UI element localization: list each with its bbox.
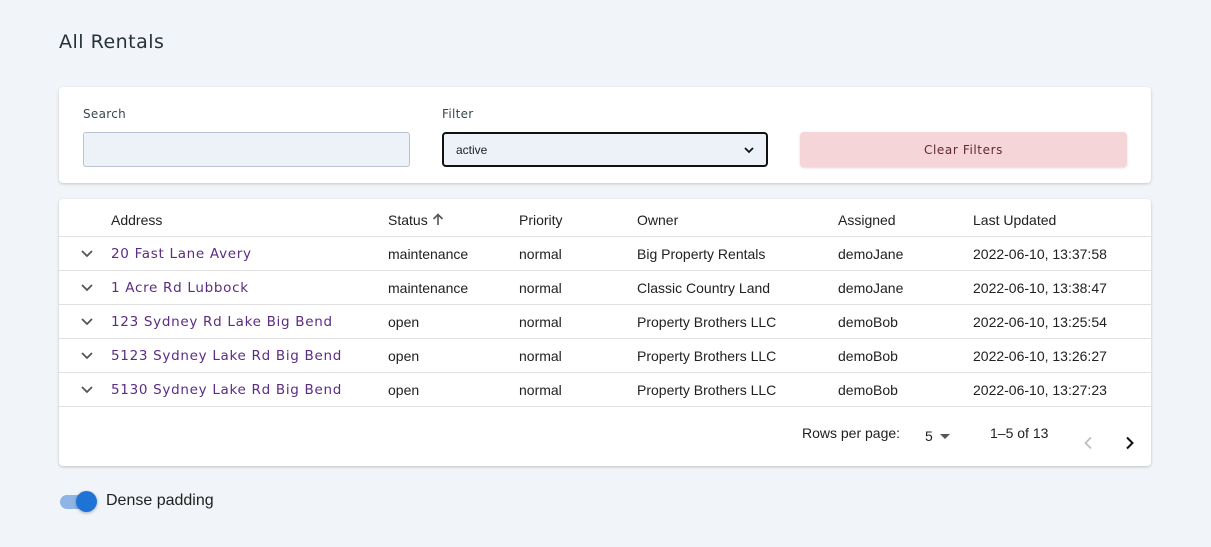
priority-cell: normal xyxy=(519,314,562,330)
address-link[interactable]: 20 Fast Lane Avery xyxy=(111,246,252,262)
rentals-table: Address Status Priority Owner Assigned L… xyxy=(59,199,1151,466)
column-header-owner[interactable]: Owner xyxy=(637,212,678,228)
owner-cell: Classic Country Land xyxy=(637,280,771,296)
chevron-down-icon[interactable] xyxy=(79,245,95,261)
pagination-range: 1–5 of 13 xyxy=(990,425,1049,441)
chevron-down-icon[interactable] xyxy=(79,347,95,363)
column-header-status[interactable]: Status xyxy=(388,212,444,228)
chevron-down-icon[interactable] xyxy=(79,279,95,295)
address-link[interactable]: 5130 Sydney Lake Rd Big Bend xyxy=(111,382,342,398)
chevron-left-icon[interactable] xyxy=(1081,435,1097,451)
last-updated-cell: 2022-06-10, 13:38:47 xyxy=(973,280,1107,296)
arrow-up-icon xyxy=(432,213,443,225)
rows-per-page-label: Rows per page: xyxy=(802,425,901,441)
filter-select-value: active xyxy=(456,142,488,157)
table-row[interactable]: 1 Acre Rd Lubbock maintenance normal Cla… xyxy=(59,271,1151,305)
table-row[interactable]: 20 Fast Lane Avery maintenance normal Bi… xyxy=(59,237,1151,271)
status-cell: open xyxy=(388,382,420,398)
column-header-address[interactable]: Address xyxy=(111,212,162,228)
assigned-cell: demoBob xyxy=(838,382,898,398)
assigned-cell: demoBob xyxy=(838,314,898,330)
priority-cell: normal xyxy=(519,280,562,296)
rows-per-page-value: 5 xyxy=(925,428,933,444)
search-input[interactable] xyxy=(83,132,410,167)
column-header-last-updated[interactable]: Last Updated xyxy=(973,212,1056,228)
last-updated-cell: 2022-06-10, 13:26:27 xyxy=(973,348,1107,364)
table-row[interactable]: 123 Sydney Rd Lake Big Bend open normal … xyxy=(59,305,1151,339)
filter-panel: Search Filter active Clear Filters xyxy=(59,87,1151,183)
table-row[interactable]: 5130 Sydney Lake Rd Big Bend open normal… xyxy=(59,373,1151,407)
owner-cell: Property Brothers LLC xyxy=(637,348,777,364)
address-link[interactable]: 123 Sydney Rd Lake Big Bend xyxy=(111,314,333,330)
column-header-assigned[interactable]: Assigned xyxy=(838,212,896,228)
toggle-thumb xyxy=(76,491,97,512)
dense-padding-toggle[interactable] xyxy=(60,490,98,512)
status-cell: maintenance xyxy=(388,280,469,296)
assigned-cell: demoBob xyxy=(838,348,898,364)
column-header-status-label: Status xyxy=(388,212,428,228)
status-cell: open xyxy=(388,348,420,364)
chevron-right-icon[interactable] xyxy=(1121,435,1137,451)
priority-cell: normal xyxy=(519,246,562,262)
table-header: Address Status Priority Owner Assigned L… xyxy=(59,199,1151,237)
chevron-down-icon[interactable] xyxy=(79,381,95,397)
assigned-cell: demoJane xyxy=(838,246,904,262)
assigned-cell: demoJane xyxy=(838,280,904,296)
owner-cell: Big Property Rentals xyxy=(637,246,766,262)
caret-down-icon xyxy=(939,433,950,439)
dense-padding-label: Dense padding xyxy=(106,492,214,509)
column-header-priority[interactable]: Priority xyxy=(519,212,563,228)
filter-select[interactable]: active xyxy=(442,132,768,167)
priority-cell: normal xyxy=(519,348,562,364)
status-cell: open xyxy=(388,314,420,330)
priority-cell: normal xyxy=(519,382,562,398)
owner-cell: Property Brothers LLC xyxy=(637,382,777,398)
clear-filters-button[interactable]: Clear Filters xyxy=(800,132,1127,167)
address-link[interactable]: 5123 Sydney Lake Rd Big Bend xyxy=(111,348,342,364)
filter-label: Filter xyxy=(442,107,474,121)
chevron-down-icon xyxy=(744,146,754,153)
last-updated-cell: 2022-06-10, 13:37:58 xyxy=(973,246,1107,262)
owner-cell: Property Brothers LLC xyxy=(637,314,777,330)
chevron-down-icon[interactable] xyxy=(79,313,95,329)
status-cell: maintenance xyxy=(388,246,469,262)
rows-per-page-select[interactable]: 5 xyxy=(925,428,950,444)
page-title: All Rentals xyxy=(59,31,165,53)
address-link[interactable]: 1 Acre Rd Lubbock xyxy=(111,280,249,296)
table-pagination: Rows per page: 5 1–5 of 13 xyxy=(59,407,1151,465)
search-label: Search xyxy=(83,107,127,121)
last-updated-cell: 2022-06-10, 13:27:23 xyxy=(973,382,1107,398)
last-updated-cell: 2022-06-10, 13:25:54 xyxy=(973,314,1107,330)
table-row[interactable]: 5123 Sydney Lake Rd Big Bend open normal… xyxy=(59,339,1151,373)
